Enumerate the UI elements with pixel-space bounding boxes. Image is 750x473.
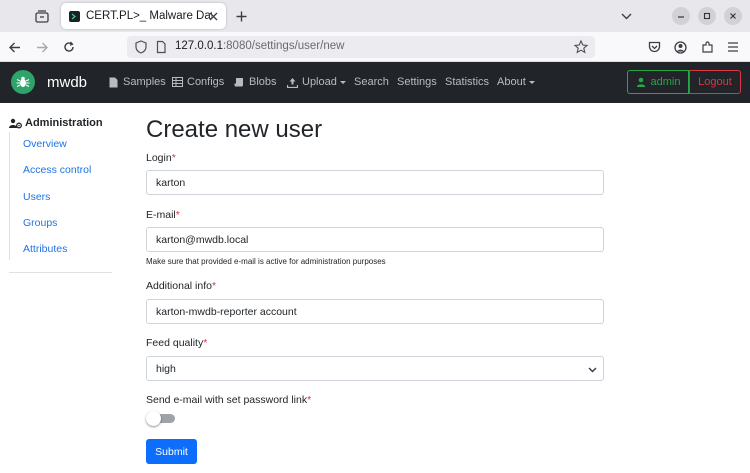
cert-favicon-icon [69,10,80,22]
url-path: :8080/settings/user/new [222,40,345,52]
page-title: Create new user [146,116,323,143]
nav-label: About [497,76,526,88]
chevron-down-icon[interactable] [616,6,636,26]
users-cog-icon [9,118,22,129]
required-mark: * [307,394,312,406]
sidebar-item-overview[interactable]: Overview [23,138,67,150]
brand-name: mwdb [47,73,88,91]
nav-search[interactable]: Search [354,76,389,88]
account-icon[interactable] [671,38,689,56]
upload-icon [287,77,298,88]
additional-info-input[interactable]: karton-mwdb-reporter account [146,299,604,324]
window-close-icon[interactable] [724,7,742,25]
additional-info-label: Additional info* [146,280,216,292]
nav-label: Statistics [445,76,490,88]
send-email-label: Send e-mail with set password link* [146,394,311,406]
nav-blobs[interactable]: Blobs [234,76,277,88]
nav-label: Configs [187,76,225,88]
nav-label: Upload [302,76,337,88]
nav-upload[interactable]: Upload [287,76,346,88]
sidebar-item-attributes[interactable]: Attributes [23,243,67,255]
feed-quality-value: high [156,362,176,375]
caret-down-icon [339,80,346,84]
sidebar-heading: Administration [9,117,103,129]
user-profile-button[interactable]: admin [627,70,689,94]
user-icon [636,77,646,87]
url-bar[interactable]: 127.0.0.1:8080/settings/user/new [127,36,595,58]
close-icon[interactable] [206,9,220,23]
required-mark: * [175,209,180,221]
menu-icon[interactable] [724,38,742,56]
additional-info-label-text: Additional info [146,280,212,292]
email-label-text: E-mail [146,209,176,221]
additional-info-value: karton-mwdb-reporter account [156,305,297,318]
back-arrow-icon[interactable] [6,38,24,56]
chevron-down-icon [588,365,597,374]
nav-samples[interactable]: Samples [108,76,166,88]
login-label-text: Login [146,152,172,164]
browser-tab-active[interactable]: CERT.PL>_ Malware Data [61,3,226,29]
required-mark: * [203,337,208,349]
url-host: 127.0.0.1 [175,40,223,52]
send-email-toggle[interactable] [146,411,175,426]
sidebar-list: Overview Access control Users Groups Att… [9,132,110,260]
page-info-icon[interactable] [153,39,169,55]
forward-arrow-icon[interactable] [33,38,51,56]
nav-statistics[interactable]: Statistics [445,76,489,88]
feed-quality-label-text: Feed quality [146,337,204,349]
new-tab-plus-icon[interactable] [232,7,250,25]
minimize-icon[interactable] [672,7,690,25]
shield-icon[interactable] [133,39,149,55]
nav-configs[interactable]: Configs [172,76,224,88]
login-label: Login* [146,152,176,164]
browser-toolbar: 127.0.0.1:8080/settings/user/new [0,32,750,62]
toggle-knob [146,411,161,426]
sidebar-item-users[interactable]: Users [23,191,50,203]
required-mark: * [171,152,176,164]
browser-tabstrip: CERT.PL>_ Malware Data [0,0,750,32]
sidebar-heading-label: Administration [25,117,103,129]
caret-down-icon [528,80,535,84]
screen: CERT.PL>_ Malware Data 127.0.0.1:8080/se… [0,0,750,473]
user-label: admin [650,76,681,88]
email-input[interactable]: karton@mwdb.local [146,227,604,252]
app-navbar: mwdb Samples Configs Blobs Upload Search… [0,62,750,103]
tab-title: CERT.PL>_ Malware Data [86,10,212,22]
login-input[interactable]: karton [146,170,604,195]
sidebar-divider [9,272,112,273]
extensions-icon[interactable] [698,38,716,56]
nav-label: Blobs [249,76,277,88]
nav-label: Settings [397,76,437,88]
feed-quality-label: Feed quality* [146,337,207,349]
submit-button[interactable]: Submit [146,439,197,464]
file-icon [108,77,119,88]
email-value: karton@mwdb.local [156,233,249,246]
email-label: E-mail* [146,209,180,221]
nav-label: Samples [123,76,166,88]
email-help-text: Make sure that provided e-mail is active… [146,257,386,266]
logout-button[interactable]: Logout [689,70,741,94]
pocket-icon[interactable] [645,38,663,56]
mwdb-logo-icon [11,70,35,94]
required-mark: * [211,280,217,292]
feed-quality-select[interactable]: high [146,356,604,381]
nav-label: Search [354,76,389,88]
sidebar-item-access-control[interactable]: Access control [23,164,91,176]
scroll-icon [234,77,245,88]
send-email-label-text: Send e-mail with set password link [146,394,308,406]
nav-settings[interactable]: Settings [397,76,437,88]
login-value: karton [156,176,186,189]
nav-about[interactable]: About [497,76,535,88]
star-icon[interactable] [573,39,589,55]
brand-link[interactable]: mwdb [11,70,87,94]
sidebar-item-groups[interactable]: Groups [23,217,57,229]
reload-icon[interactable] [60,38,78,56]
url-text[interactable]: 127.0.0.1:8080/settings/user/new [175,40,344,52]
table-icon [172,77,183,88]
tab-overview-icon[interactable] [30,5,54,27]
maximize-icon[interactable] [698,7,716,25]
